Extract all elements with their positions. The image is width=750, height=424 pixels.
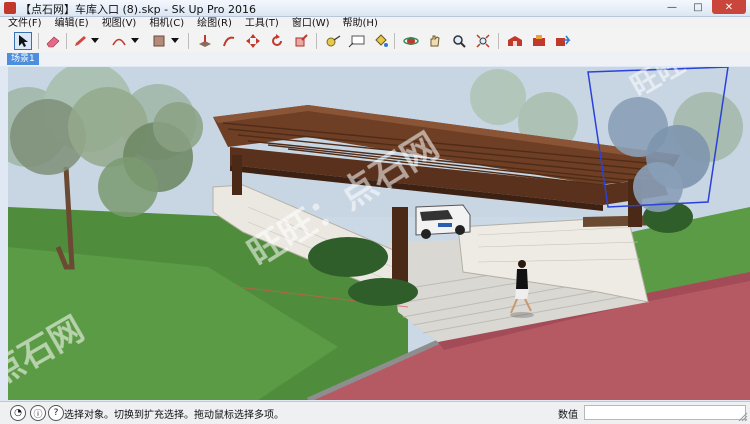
- close-button[interactable]: ✕: [712, 0, 746, 14]
- resize-grip-icon[interactable]: [738, 412, 748, 422]
- minimize-button[interactable]: —: [660, 0, 684, 14]
- menu-camera[interactable]: 相机(C): [149, 17, 184, 30]
- main-toolbar: [0, 30, 750, 53]
- menu-file[interactable]: 文件(F): [8, 17, 42, 30]
- push-pull-icon[interactable]: [196, 32, 214, 50]
- chevron-down-icon[interactable]: [90, 32, 100, 50]
- rotate-icon[interactable]: [268, 32, 286, 50]
- arc-icon[interactable]: [110, 32, 128, 50]
- zoom-icon[interactable]: [450, 32, 468, 50]
- select-icon[interactable]: [14, 32, 32, 50]
- scene-tabs-bar: 场景1: [0, 52, 750, 66]
- chevron-down-icon[interactable]: [130, 32, 140, 50]
- maximize-button[interactable]: □: [686, 0, 710, 14]
- geo-location-icon[interactable]: ◔: [10, 405, 26, 421]
- menu-tools[interactable]: 工具(T): [245, 17, 279, 30]
- menu-bar: 文件(F) 编辑(E) 视图(V) 相机(C) 绘图(R) 工具(T) 窗口(W…: [0, 17, 750, 30]
- menu-help[interactable]: 帮助(H): [343, 17, 378, 30]
- menu-window[interactable]: 窗口(W): [292, 17, 330, 30]
- follow-me-icon[interactable]: [220, 32, 238, 50]
- scale-icon[interactable]: [292, 32, 310, 50]
- measurements-input[interactable]: [584, 405, 746, 420]
- menu-draw[interactable]: 绘图(R): [197, 17, 232, 30]
- model-viewport[interactable]: 旺旺：点石网 点石网 旺旺：: [8, 67, 750, 400]
- sketchup-app-icon: [4, 2, 16, 14]
- extension-icon[interactable]: [530, 32, 548, 50]
- text-icon[interactable]: [348, 32, 366, 50]
- pencil-icon[interactable]: [72, 32, 90, 50]
- status-message: 选择对象。切换到扩充选择。拖动鼠标选择多项。: [64, 410, 284, 421]
- window-title: 【点石网】车库入口 (8).skp - Sk Up Pro 2016: [20, 3, 256, 16]
- title-bar: 【点石网】车库入口 (8).skp - Sk Up Pro 2016 — □ ✕: [0, 0, 750, 17]
- orbit-icon[interactable]: [402, 32, 420, 50]
- share-icon[interactable]: [554, 32, 572, 50]
- tape-measure-icon[interactable]: [324, 32, 342, 50]
- menu-view[interactable]: 视图(V): [102, 17, 137, 30]
- status-bar: ◔ ⓘ ? 选择对象。切换到扩充选择。拖动鼠标选择多项。 数值: [0, 401, 750, 424]
- paint-bucket-icon[interactable]: [372, 32, 390, 50]
- rectangle-icon[interactable]: [150, 32, 168, 50]
- move-icon[interactable]: [244, 32, 262, 50]
- menu-edit[interactable]: 编辑(E): [55, 17, 89, 30]
- credits-icon[interactable]: ⓘ: [30, 405, 46, 421]
- measurements-label: 数值: [558, 410, 578, 421]
- zoom-extents-icon[interactable]: [474, 32, 492, 50]
- parked-car: [415, 204, 471, 239]
- pan-icon[interactable]: [426, 32, 444, 50]
- chevron-down-icon[interactable]: [170, 32, 180, 50]
- warehouse-icon[interactable]: [506, 32, 524, 50]
- model-render: 旺旺：点石网 点石网 旺旺：: [8, 67, 750, 400]
- instructor-icon[interactable]: ?: [48, 405, 64, 421]
- eraser-icon[interactable]: [44, 32, 62, 50]
- scene-tab-1[interactable]: 场景1: [7, 53, 39, 65]
